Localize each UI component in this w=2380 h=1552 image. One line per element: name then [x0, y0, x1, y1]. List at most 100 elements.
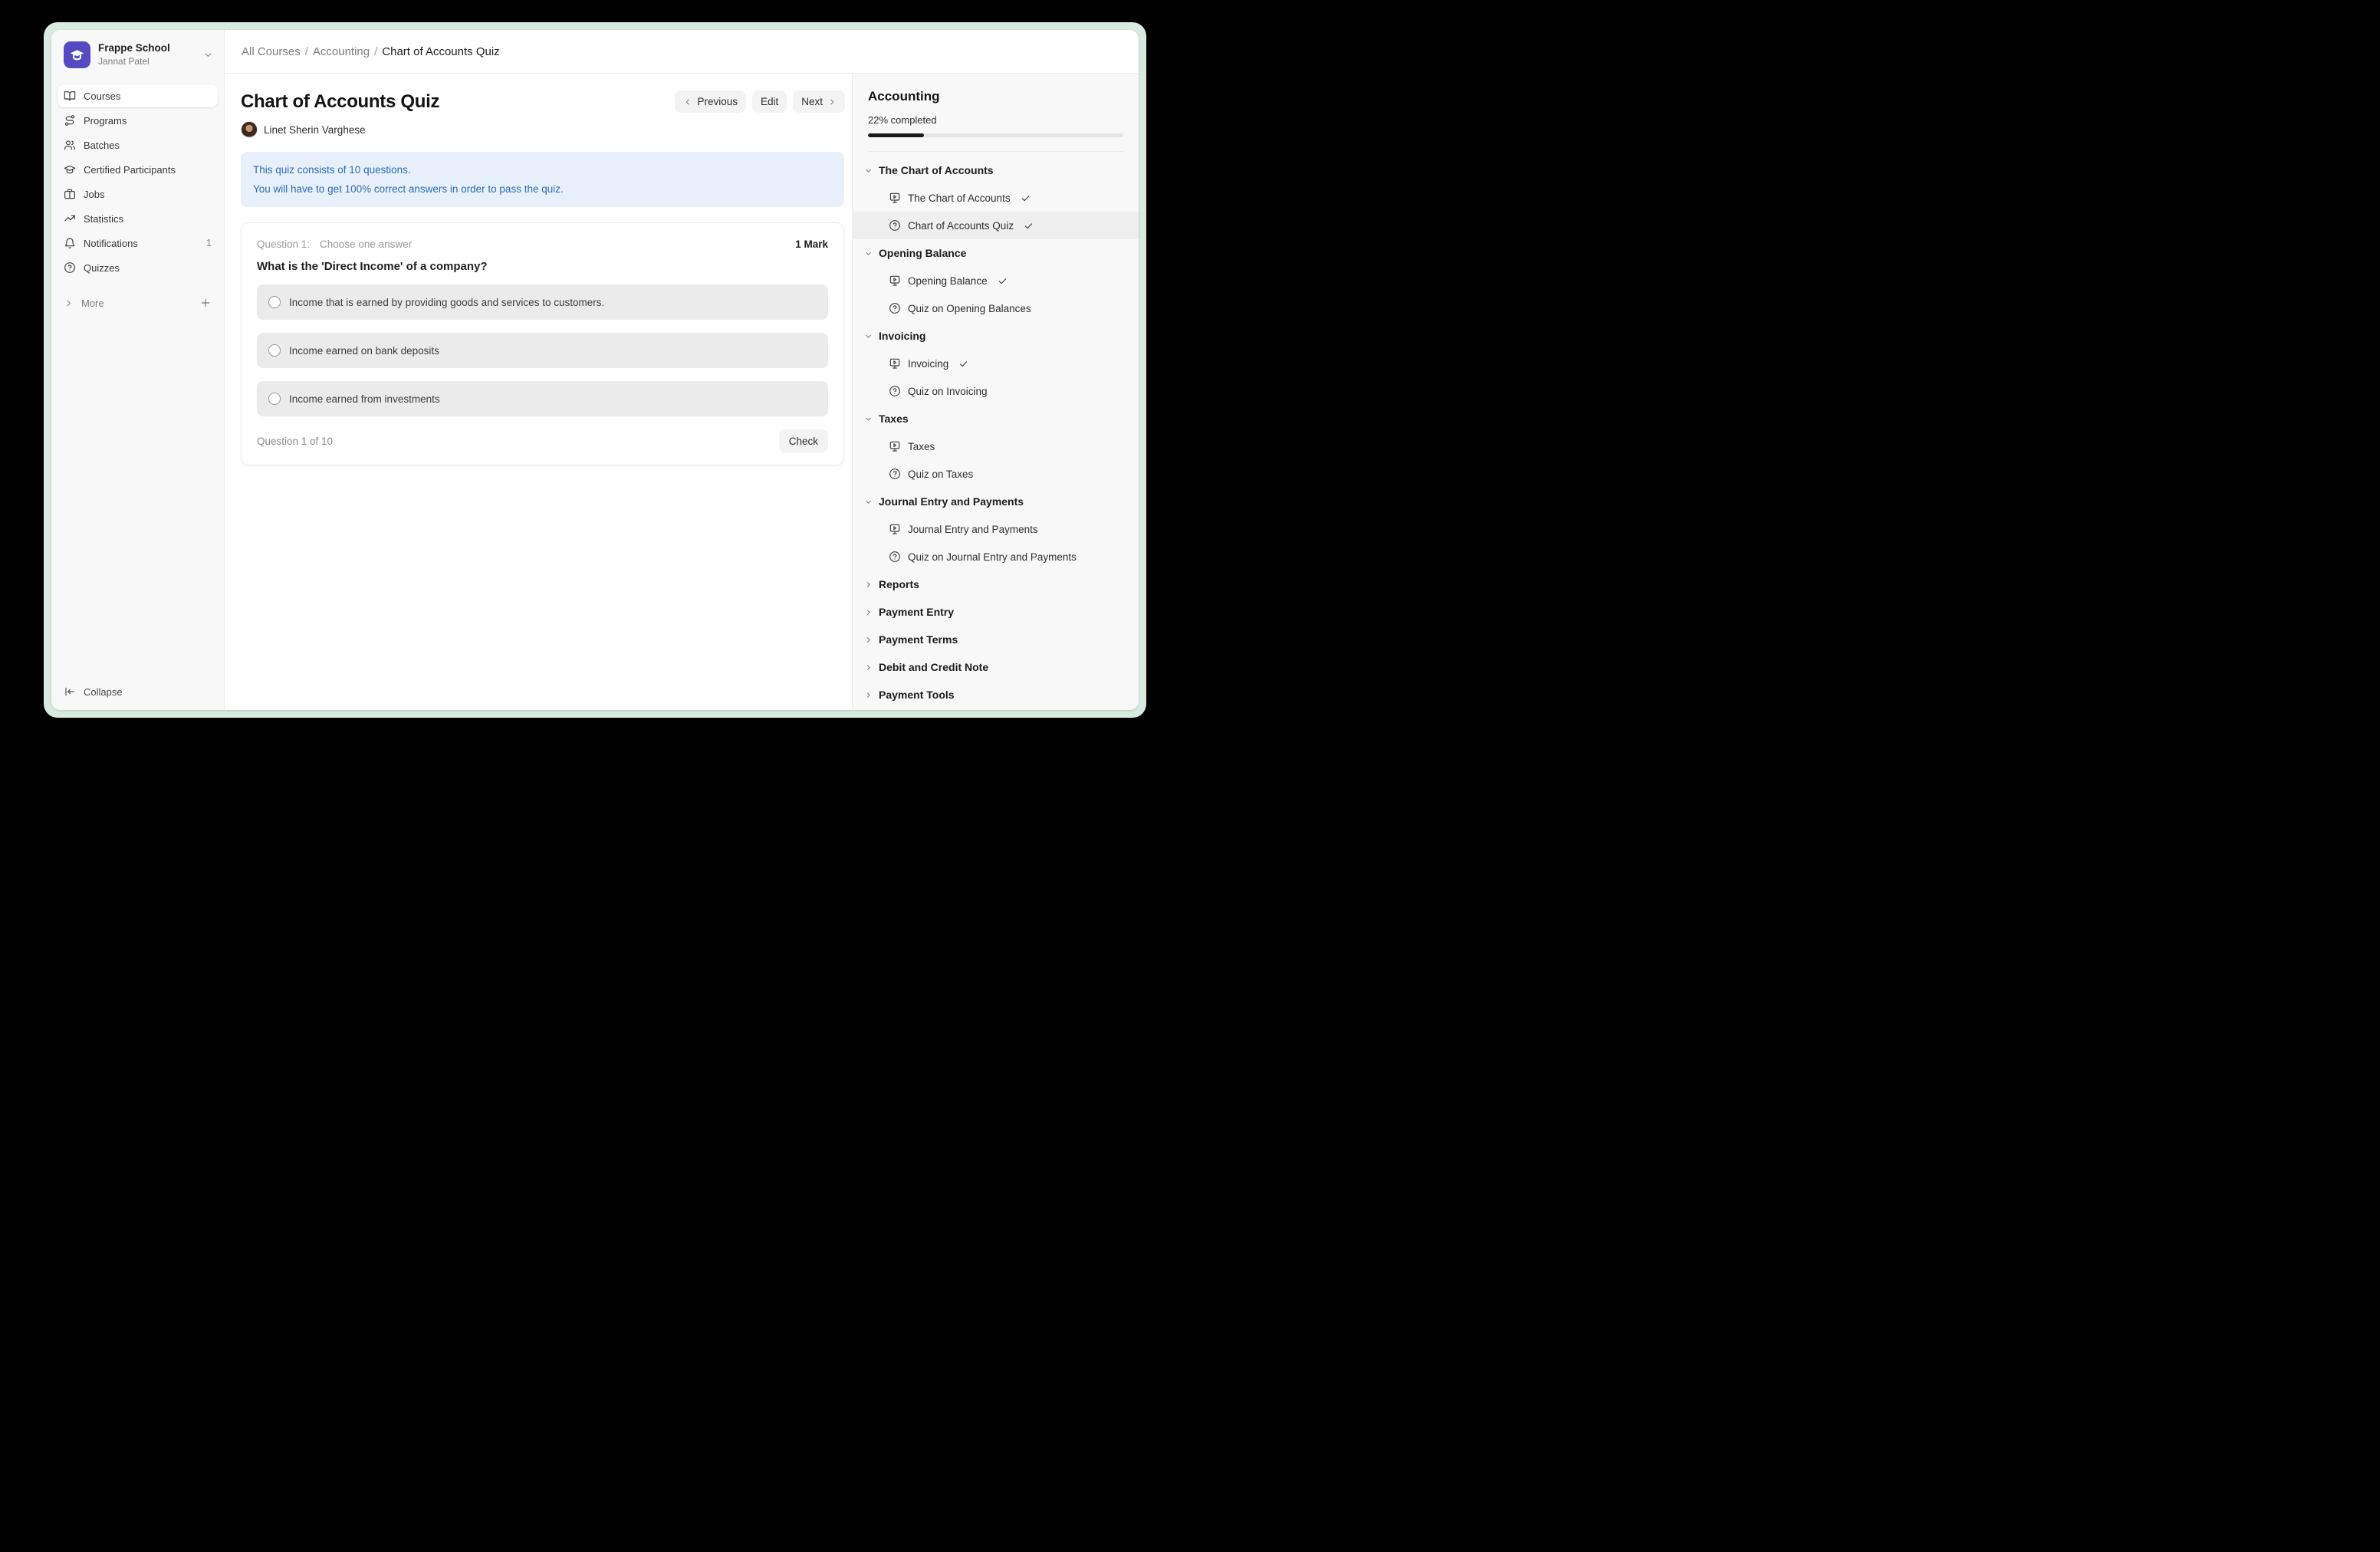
sidebar-item-label: Batches: [84, 140, 212, 151]
answer-option-3[interactable]: Income earned from investments: [257, 381, 828, 416]
lesson-chart-of-accounts-quiz[interactable]: Chart of Accounts Quiz: [853, 212, 1139, 239]
desktop-background: Frappe School Jannat Patel Courses Progr…: [0, 0, 1190, 776]
chapter-invoicing[interactable]: Invoicing: [853, 322, 1139, 350]
quiz-icon: [889, 551, 901, 563]
lesson-icon: [889, 192, 901, 204]
chevron-right-icon: [864, 663, 873, 672]
app-window: Frappe School Jannat Patel Courses Progr…: [51, 30, 1139, 710]
previous-button[interactable]: Previous: [675, 90, 746, 113]
sidebar-item-programs[interactable]: Programs: [58, 109, 218, 132]
option-label: Income earned on bank deposits: [289, 345, 439, 357]
lesson-label: Journal Entry and Payments: [908, 524, 1038, 535]
chevron-down-icon: [864, 166, 873, 175]
answer-option-1[interactable]: Income that is earned by providing goods…: [257, 284, 828, 320]
sidebar-item-label: Jobs: [84, 189, 212, 200]
chevron-down-icon[interactable]: [203, 50, 213, 60]
workspace-switcher[interactable]: Frappe School Jannat Patel: [51, 30, 224, 78]
lesson-quiz-on-taxes[interactable]: Quiz on Taxes: [853, 460, 1139, 488]
chevron-right-icon: [864, 636, 873, 644]
sidebar-collapse-button[interactable]: Collapse: [51, 686, 224, 710]
sidebar-item-label: Quizzes: [84, 262, 212, 274]
content-row: Chart of Accounts Quiz Previous Edit: [225, 74, 1139, 710]
chapter-title: Payment Entry: [879, 606, 954, 618]
chapter-debit-and-credit-note[interactable]: Debit and Credit Note: [853, 653, 1139, 681]
lesson-invoicing[interactable]: Invoicing: [853, 350, 1139, 377]
chapter-payment-terms[interactable]: Payment Terms: [853, 626, 1139, 653]
chapter-payment-entry[interactable]: Payment Entry: [853, 598, 1139, 626]
chapter-title: Payment Terms: [879, 633, 958, 646]
author-name: Linet Sherin Varghese: [264, 124, 366, 136]
plus-icon[interactable]: [199, 297, 212, 309]
trending-up-icon: [64, 212, 76, 225]
check-icon: [1024, 221, 1034, 231]
lesson-taxes[interactable]: Taxes: [853, 432, 1139, 460]
lesson-quiz-on-opening-balances[interactable]: Quiz on Opening Balances: [853, 294, 1139, 322]
route-icon: [64, 114, 76, 127]
briefcase-icon: [64, 188, 76, 200]
breadcrumb-accounting[interactable]: Accounting: [313, 45, 370, 58]
chevron-down-icon: [864, 498, 873, 506]
breadcrumb: All Courses/Accounting/Chart of Accounts…: [242, 45, 500, 58]
next-button[interactable]: Next: [793, 90, 845, 113]
course-outline-panel: Accounting 22% completed The Chart: [852, 74, 1139, 710]
graduation-cap-icon: [64, 163, 76, 176]
course-panel-header: Accounting 22% completed: [853, 74, 1139, 152]
sidebar-item-jobs[interactable]: Jobs: [58, 182, 218, 206]
breadcrumb-all-courses[interactable]: All Courses: [242, 45, 301, 58]
lesson-label: Chart of Accounts Quiz: [908, 220, 1014, 232]
chapter-reports[interactable]: Reports: [853, 570, 1139, 598]
chapter-journal-entry-and-payments[interactable]: Journal Entry and Payments: [853, 488, 1139, 515]
left-sidebar: Frappe School Jannat Patel Courses Progr…: [51, 30, 225, 710]
course-outline: The Chart of Accounts The Chart of Accou…: [853, 152, 1139, 710]
lesson-label: Taxes: [908, 441, 935, 452]
sidebar-item-courses[interactable]: Courses: [58, 84, 218, 107]
sidebar-item-certified-participants[interactable]: Certified Participants: [58, 158, 218, 181]
lesson-label: Quiz on Opening Balances: [908, 303, 1031, 314]
radio-button[interactable]: [268, 344, 281, 357]
check-button[interactable]: Check: [779, 429, 828, 452]
sidebar-item-more[interactable]: More: [58, 291, 218, 314]
chapter-opening-balance[interactable]: Opening Balance: [853, 239, 1139, 267]
lesson-opening-balance[interactable]: Opening Balance: [853, 267, 1139, 294]
lesson-icon: [889, 440, 901, 452]
check-icon: [958, 359, 968, 369]
chapter-the-chart-of-accounts[interactable]: The Chart of Accounts: [853, 156, 1139, 184]
lesson-icon: [889, 357, 901, 370]
edit-button[interactable]: Edit: [752, 90, 787, 113]
radio-button[interactable]: [268, 393, 281, 405]
breadcrumb-current: Chart of Accounts Quiz: [382, 45, 499, 58]
question-header: Question 1: Choose one answer 1 Mark: [257, 238, 828, 250]
author-avatar: [241, 121, 258, 138]
lesson-label: Quiz on Taxes: [908, 469, 973, 480]
lesson-the-chart-of-accounts[interactable]: The Chart of Accounts: [853, 184, 1139, 212]
quiz-icon: [889, 468, 901, 480]
chapter-payment-tools[interactable]: Payment Tools: [853, 681, 1139, 709]
breadcrumb-separator: /: [305, 45, 308, 58]
lesson-journal-entry-and-payments[interactable]: Journal Entry and Payments: [853, 515, 1139, 543]
course-progress-bar: [868, 133, 1123, 137]
chapter-title: The Chart of Accounts: [879, 164, 994, 176]
question-instruction: Choose one answer: [320, 238, 412, 250]
sidebar-item-label: Programs: [84, 115, 212, 127]
lesson-quiz-on-journal-entry-and-payments[interactable]: Quiz on Journal Entry and Payments: [853, 543, 1139, 570]
lesson-nav-buttons: Previous Edit Next: [675, 90, 845, 113]
edit-label: Edit: [761, 96, 778, 107]
user-name: Jannat Patel: [98, 56, 196, 67]
collapse-label: Collapse: [84, 686, 123, 698]
chapter-title: Taxes: [879, 413, 909, 425]
option-label: Income that is earned by providing goods…: [289, 297, 604, 308]
page-title: Chart of Accounts Quiz: [241, 91, 439, 113]
lesson-label: Quiz on Journal Entry and Payments: [908, 551, 1077, 563]
option-label: Income earned from investments: [289, 393, 440, 405]
answer-option-2[interactable]: Income earned on bank deposits: [257, 333, 828, 368]
lesson-quiz-on-invoicing[interactable]: Quiz on Invoicing: [853, 377, 1139, 405]
sidebar-item-notifications[interactable]: Notifications 1: [58, 232, 218, 255]
radio-button[interactable]: [268, 296, 281, 308]
sidebar-item-quizzes[interactable]: Quizzes: [58, 256, 218, 279]
question-progress: Question 1 of 10: [257, 436, 333, 447]
sidebar-item-statistics[interactable]: Statistics: [58, 207, 218, 230]
chapter-taxes[interactable]: Taxes: [853, 405, 1139, 432]
next-label: Next: [801, 96, 823, 107]
sidebar-item-label: Statistics: [84, 213, 212, 225]
sidebar-item-batches[interactable]: Batches: [58, 133, 218, 156]
